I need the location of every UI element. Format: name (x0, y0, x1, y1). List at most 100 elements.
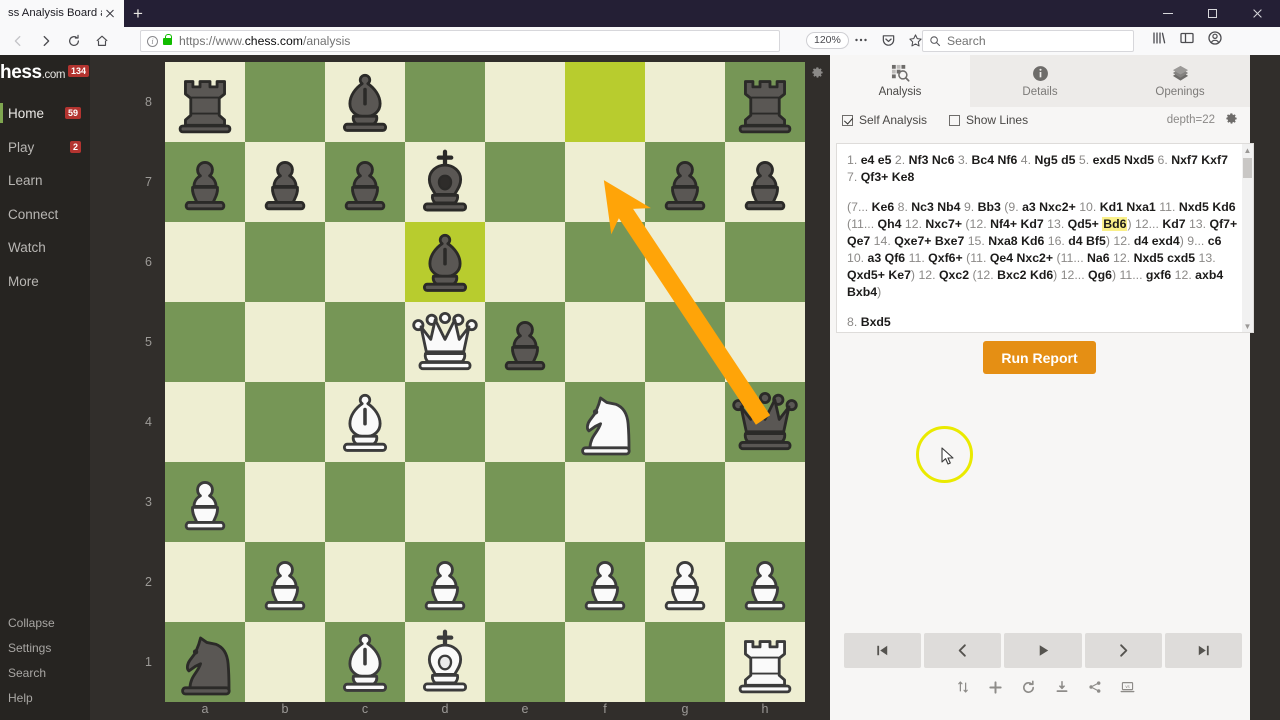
refresh-icon[interactable] (1021, 679, 1037, 695)
piece-white-rook-h1[interactable] (725, 622, 805, 702)
square-h5[interactable] (725, 302, 805, 382)
sidebar-item-search[interactable]: Search (0, 660, 90, 685)
show-lines-toggle[interactable]: Show Lines (949, 113, 1028, 127)
square-a6[interactable] (165, 222, 245, 302)
overflow-menu-icon[interactable] (852, 31, 870, 49)
square-b3[interactable] (245, 462, 325, 542)
home-icon[interactable] (88, 27, 116, 55)
close-window-button[interactable] (1235, 0, 1280, 27)
flip-board-icon[interactable] (955, 679, 971, 695)
play-button[interactable] (1004, 633, 1082, 668)
square-f7[interactable] (565, 142, 645, 222)
square-g3[interactable] (645, 462, 725, 542)
account-icon[interactable] (1206, 29, 1224, 47)
square-b6[interactable] (245, 222, 325, 302)
square-a4[interactable] (165, 382, 245, 462)
url-bar[interactable]: i https://www.chess.com/analysis (140, 30, 780, 52)
square-e4[interactable] (485, 382, 565, 462)
square-d4[interactable] (405, 382, 485, 462)
square-a5[interactable] (165, 302, 245, 382)
square-d8[interactable] (405, 62, 485, 142)
piece-black-pawn-c7[interactable] (325, 142, 405, 222)
brand-notification-badge[interactable]: 134 (68, 65, 90, 77)
first-move-button[interactable] (844, 633, 922, 668)
square-e3[interactable] (485, 462, 565, 542)
square-e8[interactable] (485, 62, 565, 142)
previous-move-button[interactable] (924, 633, 1002, 668)
sidebar-toggle-icon[interactable] (1178, 29, 1196, 47)
chess-board[interactable] (165, 62, 805, 702)
square-f5[interactable] (565, 302, 645, 382)
tab-openings[interactable]: Openings (1110, 55, 1250, 107)
reload-icon[interactable] (60, 27, 88, 55)
piece-black-rook-h8[interactable] (725, 62, 805, 142)
piece-white-knight-f4[interactable] (565, 382, 645, 462)
piece-black-bishop-c8[interactable] (325, 62, 405, 142)
square-b4[interactable] (245, 382, 325, 462)
forward-arrow-icon[interactable] (32, 27, 60, 55)
piece-black-pawn-e5[interactable] (485, 302, 565, 382)
square-f1[interactable] (565, 622, 645, 702)
board-settings-gear-icon[interactable] (811, 66, 824, 79)
piece-white-queen-d5[interactable] (405, 302, 485, 382)
minimize-button[interactable] (1145, 0, 1190, 27)
piece-black-queen-h4[interactable] (725, 382, 805, 462)
save-to-pocket-icon[interactable] (879, 31, 897, 49)
pgn-current-move[interactable]: 8. Bxd5 (847, 314, 1239, 331)
piece-black-pawn-h7[interactable] (725, 142, 805, 222)
square-c6[interactable] (325, 222, 405, 302)
sidebar-item-help[interactable]: Help (0, 685, 90, 710)
square-b5[interactable] (245, 302, 325, 382)
square-e1[interactable] (485, 622, 565, 702)
last-move-button[interactable] (1164, 633, 1243, 668)
piece-white-pawn-f2[interactable] (565, 542, 645, 622)
sidebar-item-learn[interactable]: Learn (0, 164, 90, 198)
site-info-icon[interactable]: i (147, 35, 158, 47)
square-h6[interactable] (725, 222, 805, 302)
sidebar-item-connect[interactable]: Connect (0, 198, 90, 232)
run-report-button[interactable]: Run Report (983, 341, 1096, 374)
add-icon[interactable] (988, 679, 1004, 695)
sidebar-item-watch[interactable]: Watch (0, 231, 90, 265)
square-g1[interactable] (645, 622, 725, 702)
library-icon[interactable] (1150, 29, 1168, 47)
square-b1[interactable] (245, 622, 325, 702)
square-c3[interactable] (325, 462, 405, 542)
square-f6[interactable] (565, 222, 645, 302)
vs-computer-icon[interactable]: vs (1120, 679, 1136, 695)
square-c2[interactable] (325, 542, 405, 622)
browser-tab[interactable]: ss Analysis Board and PGN (0, 0, 124, 27)
square-e6[interactable] (485, 222, 565, 302)
square-g8[interactable] (645, 62, 725, 142)
square-h3[interactable] (725, 462, 805, 542)
piece-white-bishop-c1[interactable] (325, 622, 405, 702)
square-g4[interactable] (645, 382, 725, 462)
piece-black-pawn-a7[interactable] (165, 142, 245, 222)
square-a2[interactable] (165, 542, 245, 622)
scroll-up-icon[interactable]: ▲ (1243, 145, 1252, 157)
sidebar-item-play[interactable]: Play 2 (0, 131, 90, 165)
search-bar[interactable]: Search (922, 30, 1134, 52)
analysis-settings-gear-icon[interactable] (1225, 112, 1238, 128)
piece-white-pawn-g2[interactable] (645, 542, 725, 622)
piece-black-king-d7[interactable] (405, 142, 485, 222)
sidebar-item-collapse[interactable]: Collapse (0, 610, 90, 635)
back-arrow-icon[interactable] (4, 27, 32, 55)
sidebar-item-more[interactable]: More (0, 265, 90, 299)
zoom-level-badge[interactable]: 120% (806, 32, 849, 49)
piece-white-pawn-a3[interactable] (165, 462, 245, 542)
square-f8[interactable] (565, 62, 645, 142)
maximize-button[interactable] (1190, 0, 1235, 27)
self-analysis-toggle[interactable]: Self Analysis (842, 113, 927, 127)
piece-white-pawn-d2[interactable] (405, 542, 485, 622)
sidebar-item-settings[interactable]: Settings (0, 635, 90, 660)
pgn-main-line[interactable]: 1. e4 e5 2. Nf3 Nc6 3. Bc4 Nf6 4. Ng5 d5… (847, 152, 1239, 186)
tab-details[interactable]: Details (970, 55, 1110, 107)
piece-white-king-d1[interactable] (405, 622, 485, 702)
sidebar-item-home[interactable]: Home 59 (0, 97, 90, 131)
pgn-scrollbar[interactable]: ▲ ▼ (1242, 144, 1253, 332)
pgn-move-list[interactable]: 1. e4 e5 2. Nf3 Nc6 3. Bc4 Nf6 4. Ng5 d5… (836, 143, 1254, 333)
tab-analysis[interactable]: Analysis (830, 55, 970, 107)
tab-close-icon[interactable] (102, 6, 118, 22)
square-b8[interactable] (245, 62, 325, 142)
